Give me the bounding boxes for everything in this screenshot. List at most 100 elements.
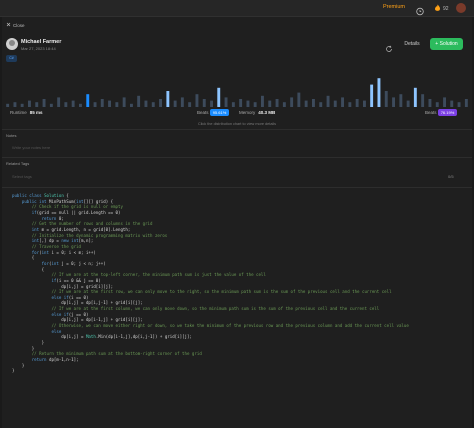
distribution-bar bbox=[28, 100, 31, 107]
distribution-bar bbox=[290, 97, 294, 107]
distribution-bar bbox=[144, 100, 148, 107]
distribution-bar bbox=[239, 99, 243, 107]
distribution-bar bbox=[42, 99, 46, 107]
distribution-bar bbox=[341, 97, 344, 107]
distribution-bar bbox=[224, 97, 228, 107]
alarm-clock-icon[interactable] bbox=[415, 3, 425, 16]
author-name: Michael Farmer bbox=[21, 39, 62, 45]
runtime-beats-badge: 95.61% bbox=[210, 109, 229, 116]
distribution-bar bbox=[166, 91, 170, 107]
close-label: Close bbox=[13, 22, 25, 28]
distribution-bar bbox=[6, 103, 10, 107]
divider bbox=[2, 157, 472, 158]
distribution-bar bbox=[268, 100, 272, 107]
distribution-bar bbox=[370, 84, 374, 107]
distribution-bar bbox=[319, 102, 323, 107]
distribution-bar bbox=[35, 102, 39, 107]
distribution-bar bbox=[64, 102, 68, 107]
distribution-bar bbox=[195, 94, 199, 107]
distribution-bar bbox=[464, 99, 468, 107]
distribution-bar bbox=[202, 99, 206, 107]
distribution-bar bbox=[275, 99, 279, 107]
streak-count: 92 bbox=[443, 6, 449, 12]
tags-label: Related Tags bbox=[6, 161, 30, 166]
distribution-bar bbox=[253, 102, 257, 107]
close-button[interactable]: Close bbox=[6, 22, 25, 28]
distribution-bar bbox=[71, 100, 75, 107]
distribution-bar bbox=[20, 103, 24, 107]
distribution-bar bbox=[137, 95, 141, 107]
language-badge: C# bbox=[6, 55, 17, 62]
distribution-bar bbox=[217, 87, 221, 107]
code-block: public class Solution { public int MinPa… bbox=[2, 193, 472, 428]
distribution-bar bbox=[399, 94, 403, 107]
distribution-bar bbox=[326, 95, 330, 107]
tags-count: 0/5 bbox=[448, 174, 454, 179]
distribution-bar bbox=[49, 103, 53, 107]
distribution-bar bbox=[79, 103, 82, 107]
distribution-bar bbox=[457, 102, 461, 107]
distribution-bar bbox=[348, 102, 352, 107]
notes-input[interactable]: Write your notes here bbox=[12, 145, 50, 150]
top-bar: Premium 92 bbox=[0, 0, 474, 17]
distribution-bar bbox=[115, 102, 119, 107]
distribution-bar bbox=[13, 102, 17, 107]
memory-value: 40.3 MB bbox=[258, 110, 276, 115]
runtime-distribution-chart[interactable] bbox=[4, 65, 470, 109]
distribution-bar bbox=[246, 100, 250, 107]
code-line: } bbox=[12, 368, 15, 374]
stats-row: Runtime 85 ms Beats 95.61% Memory 40.3 MB … bbox=[2, 109, 472, 119]
author-date: Mar 27, 2023 18:44 bbox=[21, 46, 56, 51]
distribution-bar bbox=[304, 100, 308, 107]
distribution-bar bbox=[450, 100, 454, 107]
code-line: // Otherwise, we can move either right o… bbox=[51, 323, 409, 329]
runtime-value: 85 ms bbox=[29, 110, 43, 115]
distribution-bar bbox=[130, 103, 133, 107]
distribution-bar bbox=[180, 97, 184, 107]
distribution-bar bbox=[282, 102, 286, 107]
distribution-bar bbox=[406, 100, 410, 107]
distribution-bar bbox=[100, 99, 104, 107]
distribution-bar bbox=[312, 99, 315, 107]
refresh-icon[interactable] bbox=[385, 40, 393, 52]
memory-beats-badge: 76.19% bbox=[438, 109, 457, 116]
post-solution-button[interactable]: + Solution bbox=[430, 38, 463, 50]
distribution-bar bbox=[57, 97, 61, 107]
details-button[interactable]: Details bbox=[398, 39, 426, 49]
divider bbox=[2, 129, 472, 130]
distribution-bar bbox=[355, 99, 359, 107]
author-avatar bbox=[6, 38, 18, 50]
runtime-beats-label: Beats bbox=[197, 110, 209, 115]
profile-avatar[interactable] bbox=[456, 3, 466, 13]
distribution-bar bbox=[443, 97, 446, 107]
distribution-bar bbox=[421, 94, 425, 107]
distribution-bar bbox=[384, 91, 388, 107]
distribution-bar bbox=[188, 102, 192, 107]
solution-panel: Close Michael Farmer Mar 27, 2023 18:44 … bbox=[2, 17, 472, 428]
memory-stat: Memory 40.3 MB bbox=[239, 110, 276, 115]
distribution-bar bbox=[377, 78, 381, 107]
distribution-bar bbox=[231, 102, 235, 107]
distribution-bar bbox=[428, 99, 432, 107]
distribution-bar bbox=[93, 102, 97, 107]
distribution-bar bbox=[122, 97, 126, 107]
distribution-bar bbox=[435, 102, 439, 107]
distribution-bar bbox=[173, 100, 177, 107]
memory-beats-label: Beats bbox=[425, 110, 437, 115]
distribution-bar bbox=[363, 100, 366, 107]
streak-counter[interactable]: 92 bbox=[434, 4, 449, 14]
runtime-stat: Runtime 85 ms bbox=[10, 110, 43, 115]
distribution-bar bbox=[159, 99, 162, 107]
tags-input[interactable]: Select tags bbox=[12, 174, 32, 179]
fire-icon bbox=[434, 4, 441, 14]
distribution-bar bbox=[333, 100, 337, 107]
divider bbox=[2, 187, 472, 188]
distribution-bar bbox=[392, 97, 395, 107]
distribution-bar bbox=[210, 100, 213, 107]
distribution-bar bbox=[151, 102, 155, 107]
notes-label: Notes bbox=[6, 133, 17, 138]
premium-link[interactable]: Premium bbox=[383, 4, 405, 10]
chart-hint: Click the distribution chart to view mor… bbox=[197, 122, 277, 126]
distribution-bar bbox=[413, 87, 417, 107]
distribution-bar bbox=[261, 95, 264, 107]
